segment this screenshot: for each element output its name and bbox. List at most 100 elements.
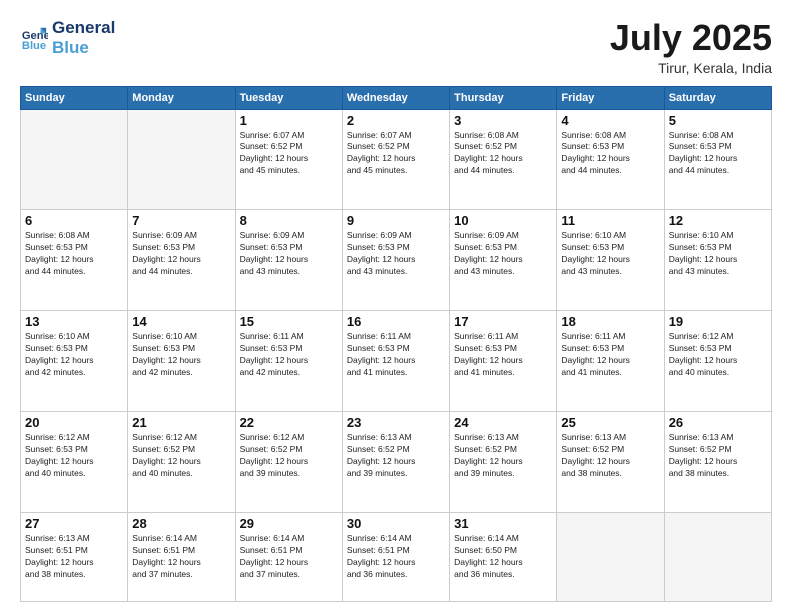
day-number: 23 [347,415,445,430]
calendar-cell: 19Sunrise: 6:12 AM Sunset: 6:53 PM Dayli… [664,311,771,412]
calendar-week-row: 27 Sunrise: 6:13 AM Sunset: 6:51 PM Dayli… [21,512,772,601]
calendar-cell [21,109,128,210]
logo: General Blue General Blue [20,18,115,57]
cell-info: Sunrise: 6:14 AM Sunset: 6:51 PM Dayligh… [132,533,230,581]
day-number: 24 [454,415,552,430]
day-number: 27 [25,516,123,531]
calendar-cell: 2Sunrise: 6:07 AM Sunset: 6:52 PM Daylig… [342,109,449,210]
day-number: 1 [240,113,338,128]
day-number: 17 [454,314,552,329]
cell-info: Sunrise: 6:10 AM Sunset: 6:53 PM Dayligh… [669,230,767,278]
day-number: 13 [25,314,123,329]
calendar-cell: 30Sunrise: 6:14 AM Sunset: 6:51 PM Dayli… [342,512,449,601]
cell-info: Sunrise: 6:11 AM Sunset: 6:53 PM Dayligh… [240,331,338,379]
calendar-cell: 21 Sunrise: 6:12 AM Sunset: 6:52 PM Dayli… [128,412,235,513]
cell-info: Sunrise: 6:10 AM Sunset: 6:53 PM Dayligh… [561,230,659,278]
calendar-table: SundayMondayTuesdayWednesdayThursdayFrid… [20,86,772,602]
day-number: 21 [132,415,230,430]
calendar-cell: 17Sunrise: 6:11 AM Sunset: 6:53 PM Dayli… [450,311,557,412]
logo-blue: Blue [52,38,115,58]
calendar-cell: 4 Sunrise: 6:08 AM Sunset: 6:53 PM Daylig… [557,109,664,210]
cell-info: Sunrise: 6:13 AM Sunset: 6:52 PM Dayligh… [454,432,552,480]
calendar-cell: 3Sunrise: 6:08 AM Sunset: 6:52 PM Daylig… [450,109,557,210]
day-number: 28 [132,516,230,531]
day-number: 10 [454,213,552,228]
calendar-cell: 29 Sunrise: 6:14 AM Sunset: 6:51 PM Dayli… [235,512,342,601]
cell-info: Sunrise: 6:14 AM Sunset: 6:51 PM Dayligh… [347,533,445,581]
cell-info: Sunrise: 6:11 AM Sunset: 6:53 PM Dayligh… [347,331,445,379]
calendar-week-row: 20 Sunrise: 6:12 AM Sunset: 6:53 PM Dayli… [21,412,772,513]
calendar-cell: 7Sunrise: 6:09 AM Sunset: 6:53 PM Daylig… [128,210,235,311]
day-number: 25 [561,415,659,430]
month-year: July 2025 [610,18,772,58]
day-number: 8 [240,213,338,228]
day-number: 18 [561,314,659,329]
cell-info: Sunrise: 6:14 AM Sunset: 6:51 PM Dayligh… [240,533,338,581]
weekday-header-thursday: Thursday [450,86,557,109]
logo-general: General [52,18,115,38]
calendar-cell: 26 Sunrise: 6:13 AM Sunset: 6:52 PM Dayli… [664,412,771,513]
calendar-cell [664,512,771,601]
logo-icon: General Blue [20,24,48,52]
day-number: 31 [454,516,552,531]
day-number: 9 [347,213,445,228]
cell-info: Sunrise: 6:10 AM Sunset: 6:53 PM Dayligh… [25,331,123,379]
calendar-cell: 23 Sunrise: 6:13 AM Sunset: 6:52 PM Dayli… [342,412,449,513]
cell-info: Sunrise: 6:08 AM Sunset: 6:52 PM Dayligh… [454,130,552,178]
day-number: 29 [240,516,338,531]
weekday-header-sunday: Sunday [21,86,128,109]
calendar-cell: 15 Sunrise: 6:11 AM Sunset: 6:53 PM Dayli… [235,311,342,412]
weekday-header-tuesday: Tuesday [235,86,342,109]
day-number: 26 [669,415,767,430]
calendar-cell: 5Sunrise: 6:08 AM Sunset: 6:53 PM Daylig… [664,109,771,210]
calendar-cell: 12Sunrise: 6:10 AM Sunset: 6:53 PM Dayli… [664,210,771,311]
day-number: 20 [25,415,123,430]
cell-info: Sunrise: 6:08 AM Sunset: 6:53 PM Dayligh… [25,230,123,278]
calendar-cell: 11Sunrise: 6:10 AM Sunset: 6:53 PM Dayli… [557,210,664,311]
cell-info: Sunrise: 6:09 AM Sunset: 6:53 PM Dayligh… [240,230,338,278]
weekday-header-wednesday: Wednesday [342,86,449,109]
title-block: July 2025 Tirur, Kerala, India [610,18,772,76]
day-number: 2 [347,113,445,128]
weekday-header-monday: Monday [128,86,235,109]
cell-info: Sunrise: 6:09 AM Sunset: 6:53 PM Dayligh… [454,230,552,278]
calendar-cell: 10 Sunrise: 6:09 AM Sunset: 6:53 PM Dayli… [450,210,557,311]
cell-info: Sunrise: 6:13 AM Sunset: 6:52 PM Dayligh… [347,432,445,480]
cell-info: Sunrise: 6:12 AM Sunset: 6:53 PM Dayligh… [25,432,123,480]
day-number: 5 [669,113,767,128]
cell-info: Sunrise: 6:11 AM Sunset: 6:53 PM Dayligh… [561,331,659,379]
day-number: 22 [240,415,338,430]
day-number: 19 [669,314,767,329]
cell-info: Sunrise: 6:07 AM Sunset: 6:52 PM Dayligh… [240,130,338,178]
cell-info: Sunrise: 6:12 AM Sunset: 6:52 PM Dayligh… [240,432,338,480]
calendar-cell: 20 Sunrise: 6:12 AM Sunset: 6:53 PM Dayli… [21,412,128,513]
day-number: 15 [240,314,338,329]
calendar-cell [128,109,235,210]
cell-info: Sunrise: 6:12 AM Sunset: 6:52 PM Dayligh… [132,432,230,480]
weekday-header-friday: Friday [557,86,664,109]
cell-info: Sunrise: 6:13 AM Sunset: 6:51 PM Dayligh… [25,533,123,581]
calendar-cell: 13 Sunrise: 6:10 AM Sunset: 6:53 PM Dayli… [21,311,128,412]
calendar-cell: 24 Sunrise: 6:13 AM Sunset: 6:52 PM Dayli… [450,412,557,513]
calendar-cell: 27 Sunrise: 6:13 AM Sunset: 6:51 PM Dayli… [21,512,128,601]
page-header: General Blue General Blue July 2025 Tiru… [20,18,772,76]
weekday-header-row: SundayMondayTuesdayWednesdayThursdayFrid… [21,86,772,109]
day-number: 6 [25,213,123,228]
cell-info: Sunrise: 6:09 AM Sunset: 6:53 PM Dayligh… [347,230,445,278]
cell-info: Sunrise: 6:13 AM Sunset: 6:52 PM Dayligh… [669,432,767,480]
calendar-cell: 16 Sunrise: 6:11 AM Sunset: 6:53 PM Dayli… [342,311,449,412]
calendar-week-row: 1 Sunrise: 6:07 AM Sunset: 6:52 PM Daylig… [21,109,772,210]
cell-info: Sunrise: 6:14 AM Sunset: 6:50 PM Dayligh… [454,533,552,581]
calendar-cell: 25 Sunrise: 6:13 AM Sunset: 6:52 PM Dayli… [557,412,664,513]
cell-info: Sunrise: 6:09 AM Sunset: 6:53 PM Dayligh… [132,230,230,278]
cell-info: Sunrise: 6:13 AM Sunset: 6:52 PM Dayligh… [561,432,659,480]
calendar-cell: 6 Sunrise: 6:08 AM Sunset: 6:53 PM Daylig… [21,210,128,311]
calendar-week-row: 13 Sunrise: 6:10 AM Sunset: 6:53 PM Dayli… [21,311,772,412]
day-number: 4 [561,113,659,128]
calendar-cell: 8 Sunrise: 6:09 AM Sunset: 6:53 PM Daylig… [235,210,342,311]
cell-info: Sunrise: 6:08 AM Sunset: 6:53 PM Dayligh… [561,130,659,178]
location: Tirur, Kerala, India [610,60,772,76]
calendar-page: General Blue General Blue July 2025 Tiru… [0,0,792,612]
day-number: 16 [347,314,445,329]
calendar-cell: 9 Sunrise: 6:09 AM Sunset: 6:53 PM Daylig… [342,210,449,311]
